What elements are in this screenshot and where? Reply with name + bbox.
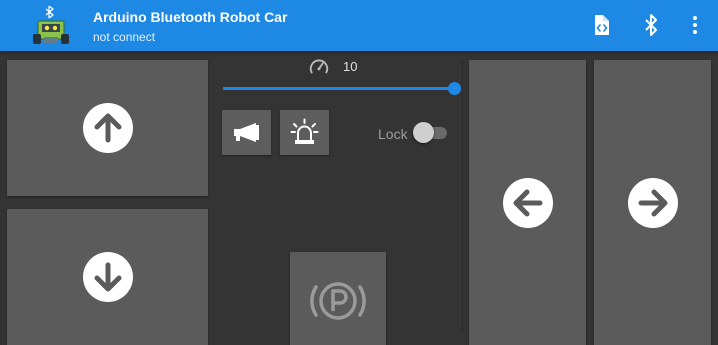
- app-bar: Arduino Bluetooth Robot Car not connect: [0, 0, 718, 51]
- lock-label: Lock: [378, 126, 408, 142]
- arrow-right-icon: [638, 189, 667, 216]
- right-button[interactable]: [594, 60, 711, 345]
- horn-icon: [234, 123, 259, 142]
- robot-car-logo-icon: [33, 5, 69, 44]
- speed-slider-track[interactable]: [223, 87, 454, 90]
- speedometer-icon: [309, 59, 329, 74]
- connection-status: not connect: [93, 30, 156, 44]
- arrow-up-icon: [94, 113, 121, 143]
- app-title: Arduino Bluetooth Robot Car: [93, 9, 288, 25]
- backward-button[interactable]: [7, 209, 208, 345]
- siren-button[interactable]: [280, 110, 329, 155]
- speed-value: 10: [343, 59, 358, 74]
- bluetooth-icon[interactable]: [639, 13, 663, 37]
- speed-slider-thumb[interactable]: [448, 82, 461, 95]
- lock-toggle-thumb[interactable]: [413, 122, 434, 143]
- parking-brake-button[interactable]: [290, 252, 386, 345]
- arrow-down-icon: [94, 262, 121, 292]
- file-code-icon[interactable]: [589, 13, 613, 37]
- siren-light-icon: [290, 118, 319, 144]
- arrow-left-icon: [513, 189, 542, 216]
- panel-divider: [462, 60, 463, 332]
- more-vert-icon[interactable]: [683, 13, 707, 37]
- parking-brake-icon: [310, 282, 366, 320]
- horn-button[interactable]: [222, 110, 271, 155]
- forward-button[interactable]: [7, 60, 208, 196]
- left-button[interactable]: [469, 60, 586, 345]
